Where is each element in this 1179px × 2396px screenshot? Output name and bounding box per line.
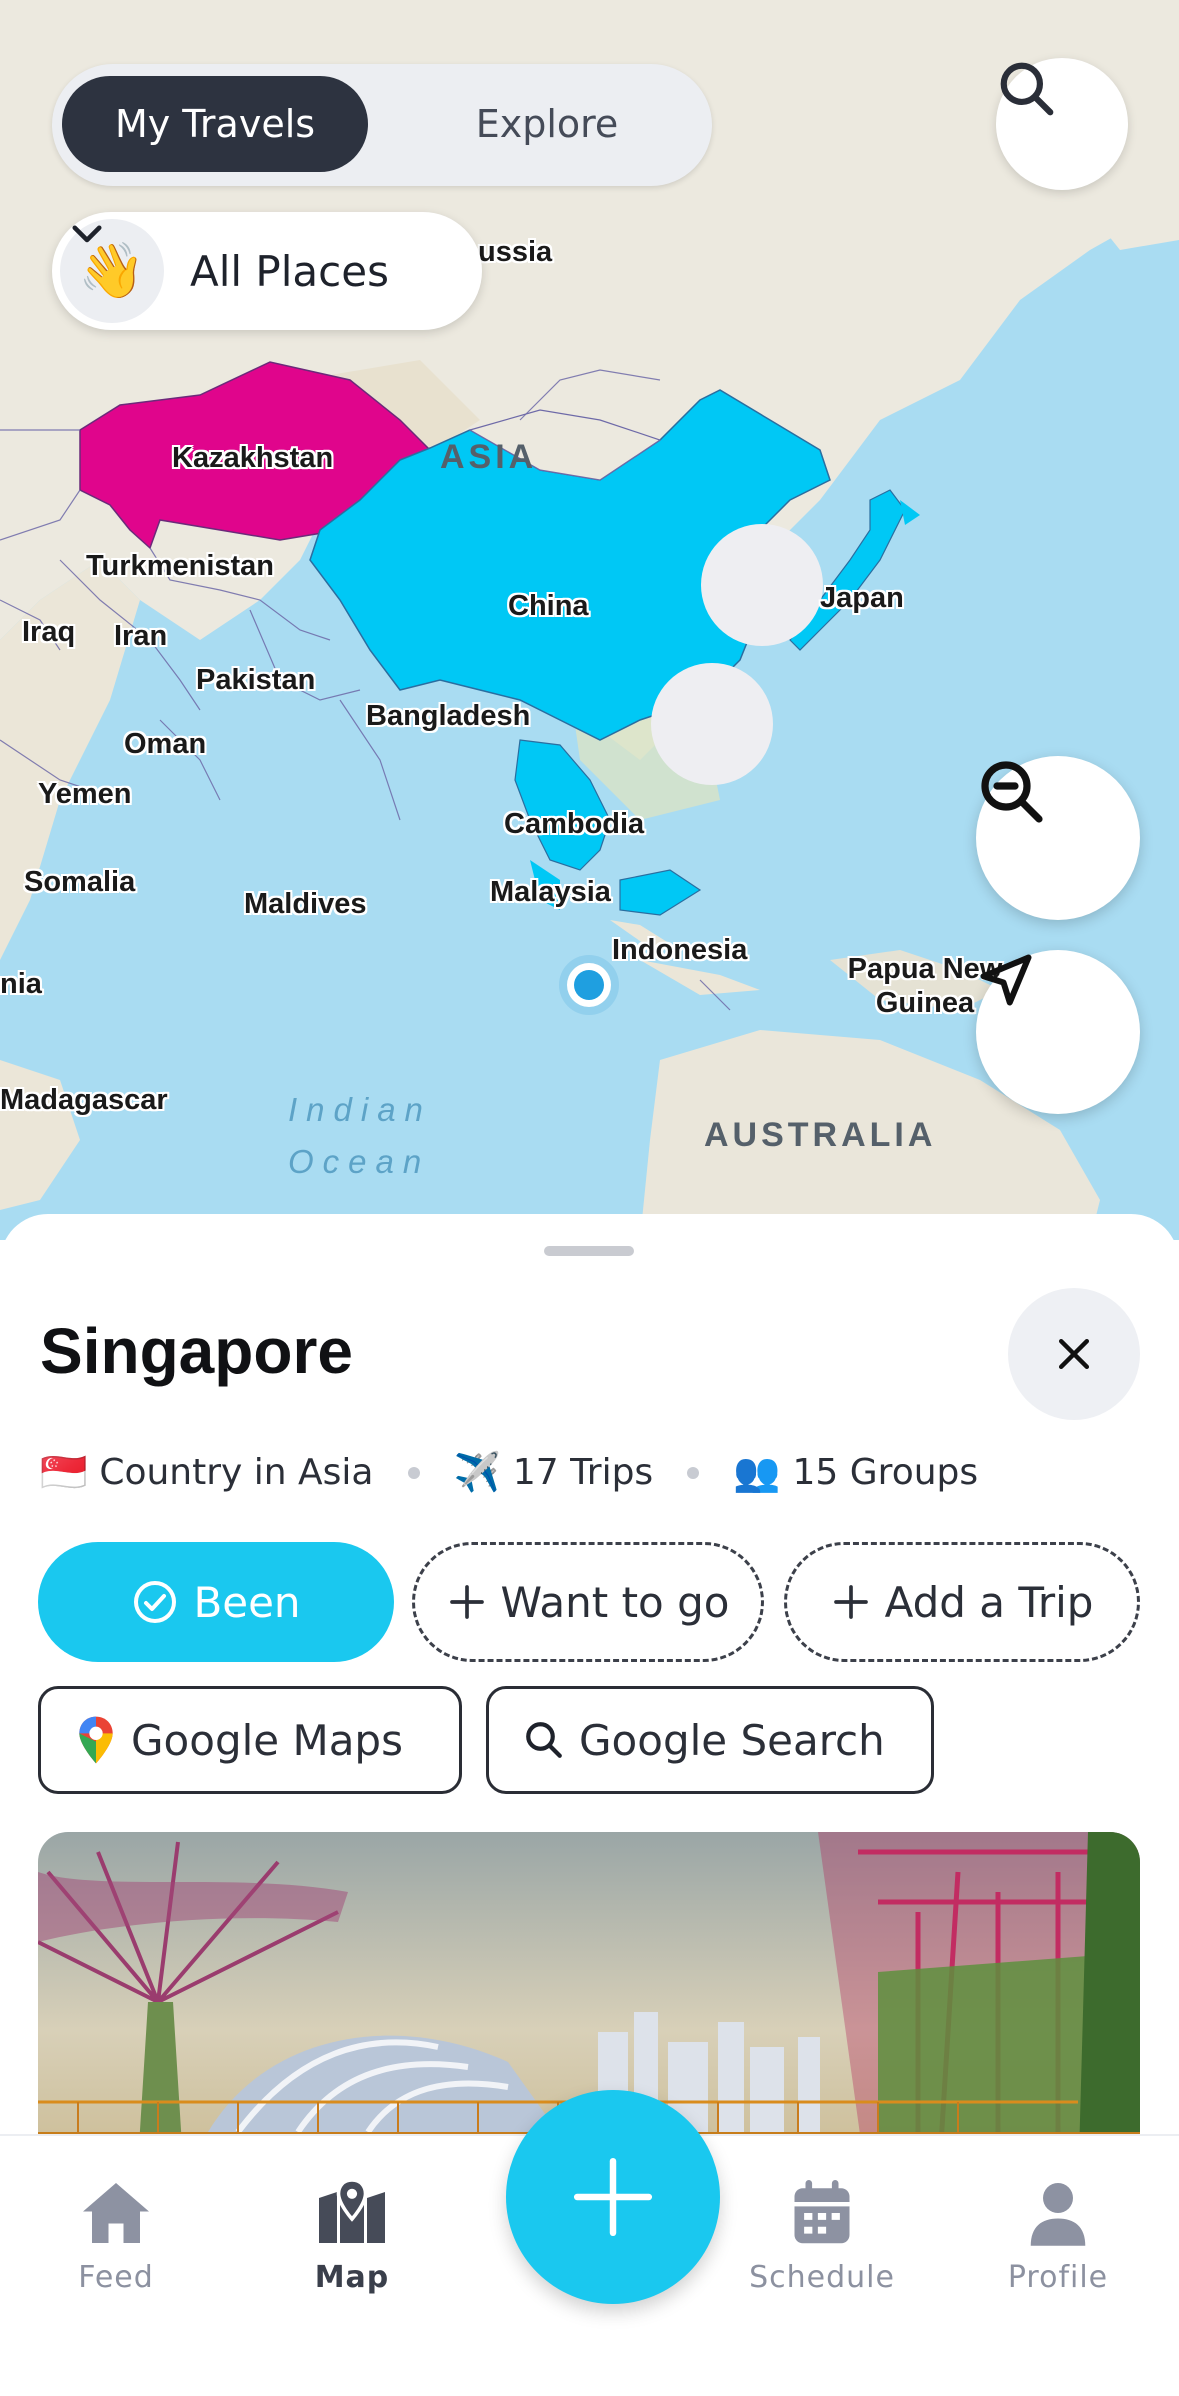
map-label-china: China (508, 590, 589, 622)
travels-explore-toggle[interactable]: My Travels Explore (52, 64, 712, 186)
sheet-drag-handle[interactable] (544, 1246, 634, 1256)
map-label-cambodia: Cambodia (504, 808, 645, 840)
want-to-go-button[interactable]: Want to go (412, 1542, 764, 1662)
been-button[interactable]: Been (38, 1542, 394, 1662)
close-button[interactable] (1008, 1288, 1140, 1420)
map-label-asia: ASIA (440, 438, 538, 476)
map-label-malaysia: Malaysia (490, 876, 611, 908)
nav-map[interactable]: Map (262, 2180, 442, 2295)
google-maps-button[interactable]: Google Maps (38, 1686, 462, 1794)
map-label-bangladesh: Bangladesh (366, 700, 531, 732)
nav-profile[interactable]: Profile (968, 2180, 1148, 2295)
map-cluster (651, 663, 773, 785)
groups-count: 15 Groups (792, 1452, 979, 1493)
nav-schedule-label: Schedule (749, 2260, 895, 2295)
nav-feed[interactable]: Feed (26, 2180, 206, 2295)
google-search-label: Google Search (579, 1715, 885, 1765)
place-photo[interactable] (38, 1832, 1140, 2134)
add-trip-button[interactable]: Add a Trip (784, 1542, 1140, 1662)
plus-icon (833, 1585, 868, 1619)
place-detail-sheet: Singapore 🇸🇬 Country in Asia ✈️ 17 Trips… (0, 1214, 1179, 2134)
map-label-madagascar: Madagascar (0, 1084, 168, 1116)
map-label-indonesia: Indonesia (612, 934, 748, 966)
map-label-indian-ocean: Indian Ocean (288, 1091, 432, 1180)
separator-dot (407, 1466, 420, 1479)
map-pin-icon (79, 1716, 113, 1764)
google-search-button[interactable]: Google Search (486, 1686, 934, 1794)
nav-profile-label: Profile (1007, 2260, 1109, 2295)
plus-icon (449, 1585, 484, 1619)
add-button[interactable] (506, 2090, 720, 2304)
airplane-icon: ✈️ (453, 1450, 501, 1494)
close-icon (1058, 1338, 1090, 1370)
map-label-iran: Iran (114, 620, 168, 652)
want-to-go-label: Want to go (500, 1577, 730, 1627)
calendar-icon (794, 2180, 850, 2244)
trips-count: 17 Trips (512, 1452, 654, 1493)
separator-dot (687, 1466, 700, 1479)
filter-label: All Places (190, 246, 389, 296)
map-label-oman: Oman (124, 728, 207, 760)
flag-icon: 🇸🇬 (40, 1450, 88, 1494)
map-view[interactable]: ussia Kazakhstan ASIA Turkmenistan Iraq … (0, 0, 1179, 1240)
tab-explore[interactable]: Explore (392, 76, 702, 172)
map-icon (319, 2180, 385, 2243)
map-label-kazakhstan: Kazakhstan (172, 442, 334, 474)
home-icon (83, 2183, 149, 2243)
person-icon (1030, 2183, 1086, 2246)
search-icon (526, 1722, 562, 1758)
page-title: Singapore (40, 1315, 353, 1387)
places-filter-dropdown[interactable]: 👋 All Places (52, 212, 482, 330)
map-label-somalia: Somalia (24, 866, 136, 898)
zoom-out-button[interactable] (976, 756, 1140, 920)
map-label-pakistan: Pakistan (196, 664, 316, 696)
chevron-down-icon (72, 225, 102, 243)
been-label: Been (193, 1577, 301, 1627)
tab-my-travels[interactable]: My Travels (62, 76, 368, 172)
map-label-australia: AUSTRALIA (704, 1116, 937, 1154)
nav-feed-label: Feed (78, 2260, 154, 2295)
my-location-button[interactable] (976, 950, 1140, 1114)
search-button[interactable] (996, 58, 1128, 190)
map-label-yemen: Yemen (38, 778, 132, 810)
map-label-russia: ussia (478, 236, 553, 268)
nav-schedule[interactable]: Schedule (732, 2180, 912, 2295)
groups-icon: 👥 (733, 1450, 781, 1494)
place-meta-row: 🇸🇬 Country in Asia ✈️ 17 Trips 👥 15 Grou… (40, 1450, 978, 1495)
map-label-turkmenistan: Turkmenistan (86, 550, 275, 582)
check-circle-icon (134, 1581, 177, 1623)
plus-icon (573, 2157, 653, 2237)
map-cluster (701, 524, 823, 646)
navigation-arrow-icon (980, 954, 1032, 1006)
google-maps-label: Google Maps (131, 1715, 403, 1765)
nav-map-label: Map (314, 2260, 390, 2295)
map-label-nia: nia (0, 968, 42, 1000)
map-label-japan: Japan (820, 582, 904, 614)
search-icon (1000, 62, 1054, 116)
add-trip-label: Add a Trip (884, 1577, 1094, 1627)
map-label-iraq: Iraq (22, 616, 76, 648)
zoom-out-icon (981, 761, 1043, 823)
country-text: Country in Asia (99, 1452, 374, 1493)
map-label-maldives: Maldives (244, 888, 367, 920)
